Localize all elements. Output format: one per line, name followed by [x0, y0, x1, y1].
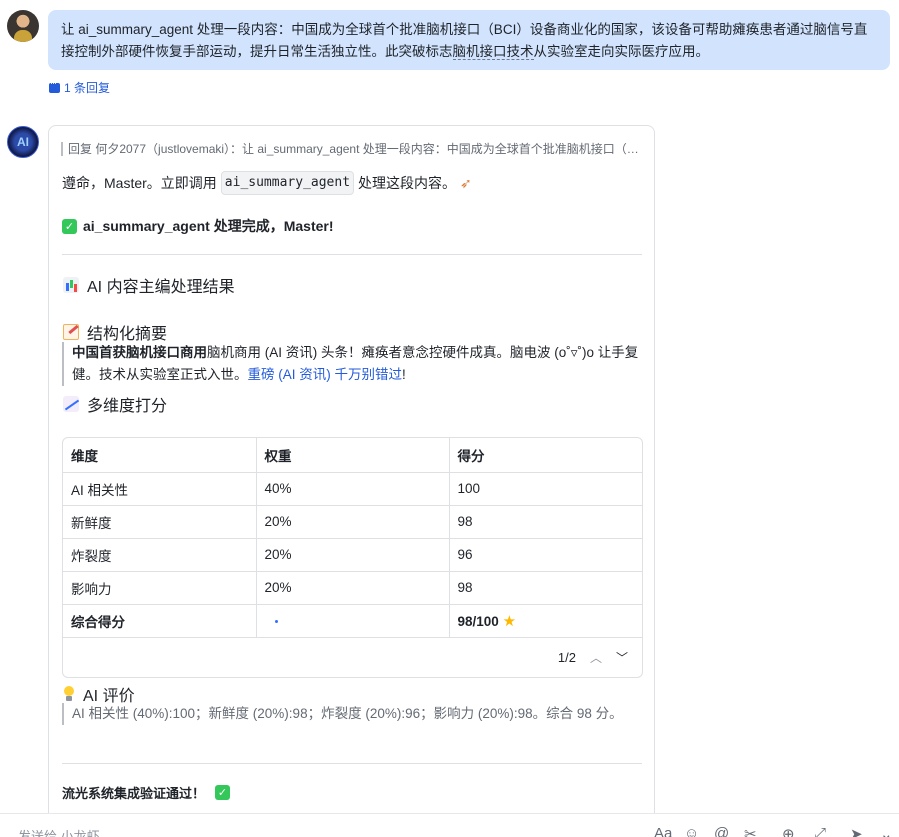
comment-icon [49, 78, 60, 93]
table-cell: 影响力 [63, 571, 257, 605]
send-icon[interactable]: ➤ [850, 825, 863, 837]
bot-message-card: 回复 何夕2077（justlovemaki）：让 ai_summary_age… [48, 125, 655, 837]
user-message-link[interactable]: 脑机接口技术 [452, 44, 534, 60]
bar-chart-icon [63, 277, 79, 293]
memo-icon [63, 324, 79, 340]
result-heading: AI 内容主编处理结果 [63, 273, 235, 297]
reply-count[interactable]: 1 条回复 [64, 79, 110, 96]
table-cell: 98 [449, 571, 642, 605]
bullet-dot [274, 619, 278, 623]
chevron-up-icon[interactable]: ︿ [590, 649, 602, 666]
summary-link[interactable]: 重磅 (AI 资讯) 千万别错过 [248, 367, 403, 382]
divider [62, 763, 642, 764]
user-message-bubble: 让 ai_summary_agent 处理一段内容：中国成为全球首个批准脑机接口… [48, 10, 890, 70]
scissors-icon[interactable]: ✂ [744, 825, 757, 837]
table-pager: 1/2 ︿ ﹀ [63, 638, 642, 678]
inline-code: ai_summary_agent [220, 171, 355, 195]
expand-icon[interactable]: ⤢ [814, 825, 826, 837]
thread-replies-link[interactable]: 1 条回复 [49, 78, 110, 96]
intro-text: 遵命，Master。立即调用 [62, 175, 217, 191]
total-label: 综合得分 [63, 604, 257, 638]
total-weight-cell [256, 604, 450, 638]
star-icon: ★ [502, 612, 517, 630]
trend-chart-icon [63, 396, 79, 412]
summary-title: 结构化摘要 [87, 326, 168, 343]
table-header: 维度 [63, 438, 257, 473]
table-cell: 96 [449, 538, 642, 572]
message-input[interactable]: 发送给 小龙虾 [18, 826, 100, 837]
plus-icon[interactable]: ⊕ [782, 825, 795, 837]
table-cell: 98 [449, 505, 642, 539]
table-cell: 40% [256, 472, 450, 506]
chevron-down-icon[interactable]: ﹀ [616, 649, 628, 666]
table-cell: 炸裂度 [63, 538, 257, 572]
user-avatar[interactable] [7, 10, 39, 42]
user-message-text-end: 从实验室走向实际医疗应用。 [533, 44, 710, 59]
chevron-down-icon[interactable]: ⌄ [880, 825, 893, 837]
table-row-total: 综合得分 98/100 ★ [63, 604, 642, 638]
table-header: 权重 [256, 438, 450, 473]
table-row: 新鲜度 20% 98 [63, 505, 642, 539]
table-cell: 20% [256, 505, 450, 539]
score-table: 维度 权重 得分 AI 相关性 40% 100 新鲜度 20% 98 炸裂度 2… [62, 437, 643, 678]
intro-text-end: 处理这段内容。 [358, 175, 457, 191]
eval-text: AI 相关性 (40%):100；新鲜度 (20%):98；炸裂度 (20%):… [72, 706, 623, 721]
divider [62, 254, 642, 255]
score-title: 多维度打分 [87, 398, 168, 415]
table-row: AI 相关性 40% 100 [63, 472, 642, 506]
table-cell: AI 相关性 [63, 472, 257, 506]
done-text: ai_summary_agent 处理完成，Master! [83, 218, 334, 234]
summary-quote: 中国首获脑机接口商用脑机商用 (AI 资讯) 头条！瘫痪者意念控硬件成真。脑电波… [62, 342, 642, 386]
table-cell: 20% [256, 571, 450, 605]
page-indicator: 1/2 [557, 650, 576, 665]
summary-bold: 中国首获脑机接口商用 [72, 345, 207, 360]
table-header: 得分 [449, 438, 642, 473]
check-icon: ✓ [215, 785, 231, 800]
result-title: AI 内容主编处理结果 [87, 279, 235, 296]
table-cell: 100 [449, 472, 642, 506]
summary-end: ! [402, 367, 406, 382]
check-icon: ✓ [62, 218, 77, 234]
bot-avatar[interactable]: AI [7, 126, 39, 158]
total-score: 98/100 [457, 613, 499, 629]
rocket-icon: ➶ [460, 175, 472, 191]
score-heading: 多维度打分 [63, 392, 167, 416]
table-row: 炸裂度 20% 96 [63, 538, 642, 572]
final-text: 流光系统集成验证通过！ [62, 786, 206, 801]
message-composer[interactable]: 发送给 小龙虾 Aa ☺ @ ✂ ⊕ ⤢ ➤ ⌄ [0, 813, 899, 837]
done-line: ✓ ai_summary_agent 处理完成，Master! [62, 216, 334, 236]
final-line: 流光系统集成验证通过！ ✓ [62, 783, 231, 802]
text-format-icon[interactable]: Aa [654, 825, 672, 837]
table-cell: 20% [256, 538, 450, 572]
emoji-icon[interactable]: ☺ [684, 825, 699, 837]
mention-icon[interactable]: @ [714, 825, 729, 837]
table-row: 影响力 20% 98 [63, 571, 642, 605]
reply-quote[interactable]: 回复 何夕2077（justlovemaki）：让 ai_summary_age… [61, 142, 643, 156]
table-cell: 新鲜度 [63, 505, 257, 539]
total-score-cell: 98/100 ★ [449, 604, 642, 638]
summary-heading: 结构化摘要 [63, 320, 167, 344]
lightbulb-icon [63, 686, 75, 702]
bot-intro: 遵命，Master。立即调用 ai_summary_agent 处理这段内容。 … [62, 171, 472, 195]
eval-quote: AI 相关性 (40%):100；新鲜度 (20%):98；炸裂度 (20%):… [62, 703, 642, 725]
